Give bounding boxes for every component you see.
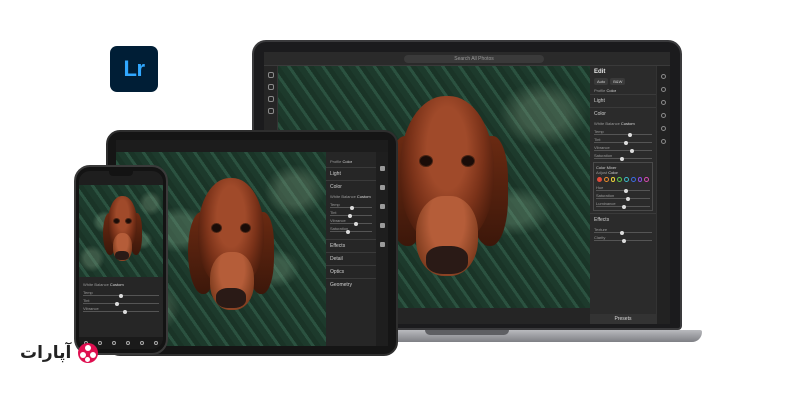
mixer-swatch[interactable]	[603, 177, 609, 182]
lightroom-logo-text: Lr	[123, 56, 146, 81]
color-icon[interactable]	[154, 341, 158, 345]
tint-slider[interactable]: Tint	[590, 136, 656, 145]
albums-icon[interactable]	[267, 84, 274, 90]
ipad-wb-value[interactable]: Custom	[357, 194, 371, 199]
ipad-profile-label: Profile	[330, 159, 342, 164]
adjust-value[interactable]: Color	[608, 170, 618, 175]
ipad-color-section[interactable]: Color	[326, 180, 376, 193]
color-section[interactable]: Color	[590, 107, 656, 120]
hue-slider[interactable]: Hue	[596, 184, 650, 193]
vibrance-slider[interactable]: Vibrance	[590, 144, 656, 153]
iphone-screen: White Balance Custom Temp Tint Vibrance	[79, 171, 163, 349]
ipad-edit-panel: Profile Color Light Color White Balance …	[326, 152, 376, 346]
mixer-swatch[interactable]	[610, 177, 616, 182]
info-icon[interactable]	[379, 242, 385, 247]
iphone-notch	[109, 171, 133, 176]
mixer-swatch[interactable]	[637, 177, 643, 182]
iphone-vibrance-slider[interactable]: Vibrance	[79, 305, 163, 314]
ipad-light-section[interactable]: Light	[326, 167, 376, 180]
effects-section[interactable]: Effects	[590, 213, 656, 226]
edit-icon[interactable]	[661, 74, 666, 79]
dog-image	[188, 172, 274, 332]
ipad-saturation-slider[interactable]: Saturation	[326, 225, 376, 234]
people-icon[interactable]	[267, 96, 274, 102]
mixer-swatch[interactable]	[617, 177, 622, 182]
mixer-saturation-slider[interactable]: Saturation	[596, 192, 650, 201]
iphone-wb-label: White Balance	[83, 282, 109, 287]
ipad-wb-label: White Balance	[330, 194, 356, 199]
ipad-profile-value[interactable]: Color	[342, 159, 352, 164]
presets-button[interactable]: Presets	[590, 314, 656, 324]
ipad-detail-section[interactable]: Detail	[326, 252, 376, 265]
light-section[interactable]: Light	[590, 94, 656, 107]
library-icon[interactable]	[267, 72, 274, 78]
iphone-edit-panel: White Balance Custom Temp Tint Vibrance	[79, 277, 163, 337]
search-input[interactable]: Search All Photos	[404, 55, 544, 63]
ipad-right-toolbar	[376, 152, 388, 346]
ipad-status-bar	[116, 140, 388, 152]
mixer-swatch[interactable]	[644, 177, 649, 182]
brush-icon[interactable]	[112, 341, 116, 345]
aparat-watermark: آپارات	[20, 340, 101, 366]
edit-title: Edit	[594, 69, 606, 75]
right-toolbar	[656, 66, 670, 324]
gradient-icon[interactable]	[379, 223, 385, 228]
mixer-swatch[interactable]	[624, 177, 629, 182]
mixer-swatch[interactable]	[630, 177, 636, 182]
auto-button[interactable]: Auto	[594, 78, 609, 85]
ipad-temp-slider[interactable]: Temp	[326, 201, 376, 210]
iphone-photo	[79, 185, 163, 277]
color-mixer: Color Mixer Adjust Color Hue Saturation …	[593, 162, 653, 211]
wb-value[interactable]: Custom	[621, 121, 635, 126]
ipad-effects-section[interactable]: Effects	[326, 239, 376, 252]
crop-icon[interactable]	[661, 87, 666, 92]
crop-icon[interactable]	[379, 185, 385, 190]
iphone-temp-slider[interactable]: Temp	[79, 289, 163, 298]
edit-panel: Edit Auto B&W Profile Color Light Color …	[590, 66, 656, 324]
iphone-wb-value[interactable]: Custom	[110, 282, 124, 287]
wb-label: White Balance	[594, 121, 620, 126]
clarity-slider[interactable]: Clarity	[590, 234, 656, 243]
luminance-slider[interactable]: Luminance	[596, 200, 650, 209]
bw-button[interactable]: B&W	[610, 78, 626, 85]
laptop-notch	[425, 330, 509, 335]
ipad-geometry-section[interactable]: Geometry	[326, 278, 376, 291]
profile-label: Profile	[594, 88, 606, 93]
dog-image	[103, 193, 142, 273]
mixer-color-swatches[interactable]	[596, 175, 650, 184]
dog-image	[386, 86, 508, 306]
iphone-tint-slider[interactable]: Tint	[79, 297, 163, 306]
healing-icon[interactable]	[661, 100, 666, 105]
brush-icon[interactable]	[379, 204, 385, 209]
brush-icon[interactable]	[661, 113, 666, 118]
ipad-vibrance-slider[interactable]: Vibrance	[326, 217, 376, 226]
ipad-optics-section[interactable]: Optics	[326, 265, 376, 278]
ipad-tint-slider[interactable]: Tint	[326, 209, 376, 218]
profile-value[interactable]: Color	[606, 88, 616, 93]
gradient-icon[interactable]	[661, 126, 666, 131]
aparat-text: آپارات	[20, 343, 72, 362]
lightroom-logo: Lr	[110, 46, 158, 92]
iphone-top-bar	[79, 171, 163, 185]
laptop-topbar: Search All Photos	[264, 52, 670, 66]
mixer-swatch[interactable]	[597, 177, 602, 182]
search-placeholder: Search All Photos	[454, 56, 494, 62]
light-icon[interactable]	[140, 341, 144, 345]
adjust-label: Adjust	[596, 170, 608, 175]
texture-slider[interactable]: Texture	[590, 226, 656, 235]
aparat-logo-icon	[75, 340, 101, 366]
edit-icon[interactable]	[379, 166, 385, 171]
profile-icon[interactable]	[126, 341, 130, 345]
saturation-slider[interactable]: Saturation	[590, 152, 656, 161]
temp-slider[interactable]: Temp	[590, 128, 656, 137]
info-icon[interactable]	[661, 139, 666, 144]
shared-icon[interactable]	[267, 108, 274, 114]
